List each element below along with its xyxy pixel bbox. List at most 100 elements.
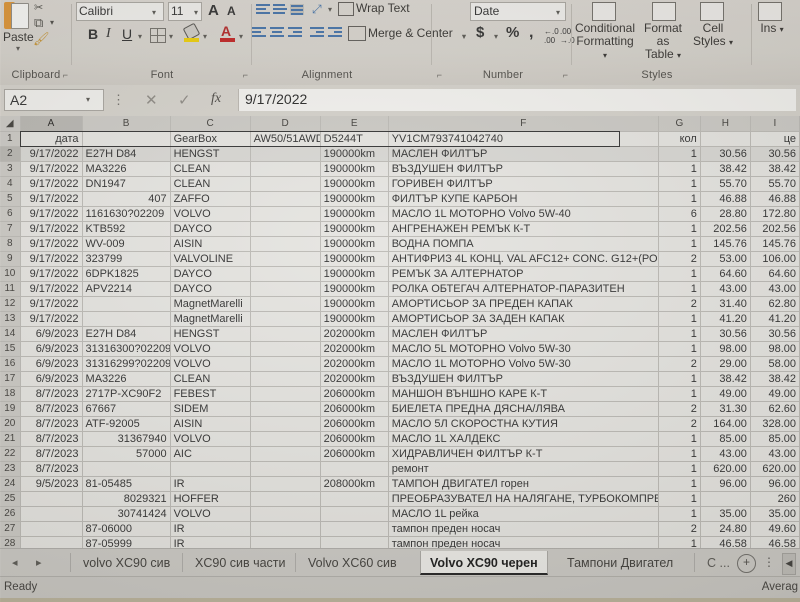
cell-E26[interactable]	[320, 506, 389, 522]
cell-F21[interactable]: МАСЛО 1L ХАЛДЕКС	[388, 431, 659, 447]
cell-I22[interactable]: 43.00	[750, 446, 800, 462]
cell-H5[interactable]: 46.88	[700, 191, 751, 207]
cell-H9[interactable]: 53.00	[700, 251, 751, 267]
cell-C16[interactable]: VOLVO	[170, 356, 251, 372]
cell-C18[interactable]: FEBEST	[170, 386, 251, 402]
font-name-caret[interactable]: ▾	[152, 8, 156, 17]
formula-input[interactable]: 9/17/2022	[238, 89, 796, 111]
cell-H11[interactable]: 43.00	[700, 281, 751, 297]
currency-caret[interactable]: ▾	[494, 32, 498, 41]
cell-G21[interactable]: 1	[658, 431, 701, 447]
wrap-text-label[interactable]: Wrap Text	[356, 1, 410, 15]
cell-B11[interactable]: APV2214	[82, 281, 171, 297]
align-top-icon[interactable]	[256, 4, 270, 15]
cell-I16[interactable]: 58.00	[750, 356, 800, 372]
cell-B26[interactable]: 30741424	[82, 506, 171, 522]
align-bottom-icon[interactable]	[290, 4, 304, 15]
cell-D17[interactable]	[250, 371, 321, 387]
cell-H18[interactable]: 49.00	[700, 386, 751, 402]
cell-I5[interactable]: 46.88	[750, 191, 800, 207]
row-header-6[interactable]: 6	[0, 206, 21, 222]
cell-C17[interactable]: CLEAN	[170, 371, 251, 387]
cell-A11[interactable]: 9/17/2022	[20, 281, 83, 297]
cell-H28[interactable]: 46.58	[700, 536, 751, 548]
cell-F11[interactable]: РОЛКА ОБТЕГАЧ АЛТЕРНАТОР-ПАРАЗИТЕН	[388, 281, 659, 297]
cell-G12[interactable]: 2	[658, 296, 701, 312]
cell-H25[interactable]	[700, 491, 751, 507]
cell-H23[interactable]: 620.00	[700, 461, 751, 477]
align-right-icon[interactable]	[288, 27, 302, 38]
cell-B5[interactable]: 407	[82, 191, 171, 207]
cell-G11[interactable]: 1	[658, 281, 701, 297]
row-header-21[interactable]: 21	[0, 431, 21, 447]
cell-B17[interactable]: MA3226	[82, 371, 171, 387]
cell-C21[interactable]: VOLVO	[170, 431, 251, 447]
cell-G25[interactable]: 1	[658, 491, 701, 507]
cell-B10[interactable]: 6DPK1825	[82, 266, 171, 282]
cell-F20[interactable]: МАСЛО 5Л СКОРОСТНА КУТИЯ	[388, 416, 659, 432]
row-header-28[interactable]: 28	[0, 536, 21, 548]
cell-I12[interactable]: 62.80	[750, 296, 800, 312]
cell-I4[interactable]: 55.70	[750, 176, 800, 192]
cell-D2[interactable]	[250, 146, 321, 162]
cell-A26[interactable]	[20, 506, 83, 522]
cell-A21[interactable]: 8/7/2023	[20, 431, 83, 447]
row-header-17[interactable]: 17	[0, 371, 21, 387]
cell-H8[interactable]: 145.76	[700, 236, 751, 252]
cell-A7[interactable]: 9/17/2022	[20, 221, 83, 237]
cell-A1[interactable]: дата	[20, 131, 83, 147]
font-color-caret[interactable]: ▾	[239, 32, 243, 41]
cell-C20[interactable]: AISIN	[170, 416, 251, 432]
table-row[interactable]: 8 9/17/2022 WV-009 AISIN 190000km ВОДНА ПОМПА…	[0, 236, 800, 252]
row-header-16[interactable]: 16	[0, 356, 21, 372]
table-row[interactable]: 11 9/17/2022 APV2214 DAYCO 190000km РОЛКА ОБТ…	[0, 281, 800, 297]
table-row[interactable]: 27 87-06000 IR тампон преден носач 2 24.80 49.…	[0, 521, 800, 537]
conditional-formatting-caret[interactable]: ▾	[603, 51, 607, 60]
cell-G16[interactable]: 2	[658, 356, 701, 372]
cell-D21[interactable]	[250, 431, 321, 447]
row-header-5[interactable]: 5	[0, 191, 21, 207]
insert-function-icon[interactable]: fx	[211, 91, 221, 107]
clipboard-dialog-launcher[interactable]: ⌐	[63, 70, 68, 80]
cell-I24[interactable]: 96.00	[750, 476, 800, 492]
cell-B3[interactable]: MA3226	[82, 161, 171, 177]
row-header-11[interactable]: 11	[0, 281, 21, 297]
cell-F28[interactable]: тампон преден носач	[388, 536, 659, 548]
cell-F27[interactable]: тампон преден носач	[388, 521, 659, 537]
cell-E18[interactable]: 206000km	[320, 386, 389, 402]
cell-H12[interactable]: 31.40	[700, 296, 751, 312]
cell-C6[interactable]: VOLVO	[170, 206, 251, 222]
paste-button-label[interactable]: Paste	[3, 30, 34, 44]
cell-D6[interactable]	[250, 206, 321, 222]
cell-C11[interactable]: DAYCO	[170, 281, 251, 297]
cell-A13[interactable]: 9/17/2022	[20, 311, 83, 327]
cell-G7[interactable]: 1	[658, 221, 701, 237]
borders-icon[interactable]	[150, 28, 166, 43]
row-header-3[interactable]: 3	[0, 161, 21, 177]
table-row[interactable]: 4 9/17/2022 DN1947 CLEAN 190000km ГОРИВЕН ФИЛ…	[0, 176, 800, 192]
cell-F4[interactable]: ГОРИВЕН ФИЛТЪР	[388, 176, 659, 192]
cell-E24[interactable]: 208000km	[320, 476, 389, 492]
column-header-h[interactable]: H	[700, 116, 751, 132]
insert-cells-button[interactable]: Ins ▾	[752, 22, 792, 36]
cell-I26[interactable]: 35.00	[750, 506, 800, 522]
cell-G15[interactable]: 1	[658, 341, 701, 357]
cell-D26[interactable]	[250, 506, 321, 522]
cell-B23[interactable]	[82, 461, 171, 477]
cell-E28[interactable]	[320, 536, 389, 548]
cell-F13[interactable]: АМОРТИСЬОР ЗА ЗАДЕН КАПАК	[388, 311, 659, 327]
cell-D3[interactable]	[250, 161, 321, 177]
cell-I3[interactable]: 38.42	[750, 161, 800, 177]
table-row[interactable]: 14 6/9/2023 E27H D84 HENGST 202000km МАСЛЕН Ф…	[0, 326, 800, 342]
cell-A14[interactable]: 6/9/2023	[20, 326, 83, 342]
cell-E5[interactable]: 190000km	[320, 191, 389, 207]
column-header-a[interactable]: A	[20, 116, 83, 132]
cell-I7[interactable]: 202.56	[750, 221, 800, 237]
cell-C23[interactable]	[170, 461, 251, 477]
check-icon[interactable]: ✓	[178, 91, 191, 109]
cell-B9[interactable]: 323799	[82, 251, 171, 267]
cell-H1[interactable]	[700, 131, 751, 147]
row-header-9[interactable]: 9	[0, 251, 21, 267]
align-center-icon[interactable]	[270, 27, 284, 38]
cell-D7[interactable]	[250, 221, 321, 237]
